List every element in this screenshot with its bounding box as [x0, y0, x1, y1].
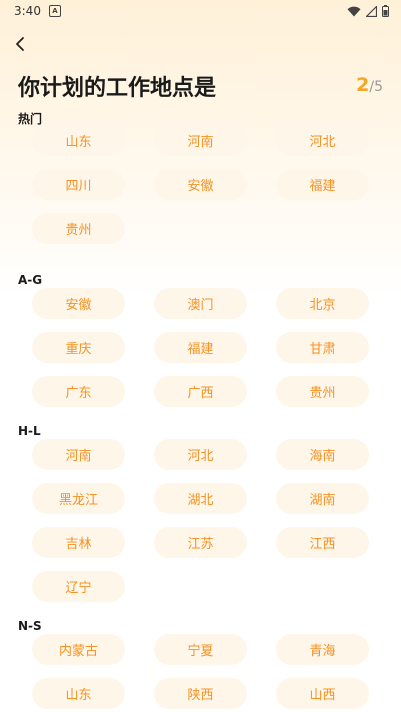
section-label: H-L: [18, 424, 41, 438]
province-grid: 内蒙古 宁夏 青海山东 陕西 山西: [32, 634, 369, 709]
province-chip[interactable]: 黑龙江: [32, 483, 125, 514]
province-chip[interactable]: 江西: [276, 527, 369, 558]
province-chip[interactable]: 湖南: [276, 483, 369, 514]
province-chip[interactable]: 河南: [154, 125, 247, 156]
step-indicator: 2/5: [356, 74, 383, 96]
province-chip[interactable]: 山西: [276, 678, 369, 709]
province-chip[interactable]: 广西: [154, 376, 247, 407]
province-grid: 山东 河南 河北四川 安徽 福建贵州: [32, 125, 369, 244]
province-chip[interactable]: 宁夏: [154, 634, 247, 665]
province-chip[interactable]: 湖北: [154, 483, 247, 514]
province-chip[interactable]: 北京: [276, 288, 369, 319]
province-chip[interactable]: 江苏: [154, 527, 247, 558]
province-chip[interactable]: 澳门: [154, 288, 247, 319]
status-right: [347, 5, 389, 17]
province-grid: 河南 河北 海南黑龙江 湖北 湖南吉林 江苏 江西辽宁: [32, 439, 369, 602]
section-label: A-G: [18, 273, 43, 287]
back-button[interactable]: [8, 32, 32, 56]
province-chip[interactable]: 甘肃: [276, 332, 369, 363]
notification-icon: A: [48, 5, 61, 17]
wifi-icon: [347, 6, 361, 16]
province-chip[interactable]: 重庆: [32, 332, 125, 363]
province-chip[interactable]: 内蒙古: [32, 634, 125, 665]
province-chip[interactable]: 吉林: [32, 527, 125, 558]
province-chip[interactable]: 安徽: [154, 169, 247, 200]
chevron-left-icon: [16, 37, 24, 51]
province-chip[interactable]: 福建: [276, 169, 369, 200]
step-total: /5: [369, 79, 383, 95]
province-chip[interactable]: 海南: [276, 439, 369, 470]
status-time: 3:40: [14, 4, 41, 18]
province-chip[interactable]: 河北: [154, 439, 247, 470]
province-chip[interactable]: 河南: [32, 439, 125, 470]
province-chip[interactable]: 辽宁: [32, 571, 125, 602]
status-bar: 3:40 A: [0, 0, 401, 22]
status-left: 3:40 A: [14, 4, 61, 18]
page-title: 你计划的工作地点是: [18, 76, 217, 101]
section-label: N-S: [18, 619, 42, 633]
province-chip[interactable]: 安徽: [32, 288, 125, 319]
province-chip[interactable]: 福建: [154, 332, 247, 363]
province-grid: 安徽 澳门 北京重庆 福建 甘肃广东 广西 贵州: [32, 288, 369, 407]
province-chip[interactable]: 四川: [32, 169, 125, 200]
province-chip[interactable]: 陕西: [154, 678, 247, 709]
province-chip[interactable]: 贵州: [32, 213, 125, 244]
province-chip[interactable]: 山东: [32, 678, 125, 709]
province-chip[interactable]: 青海: [276, 634, 369, 665]
province-chip[interactable]: 山东: [32, 125, 125, 156]
battery-icon: [382, 5, 389, 17]
province-chip[interactable]: 河北: [276, 125, 369, 156]
step-current: 2: [356, 74, 370, 96]
province-chip[interactable]: 广东: [32, 376, 125, 407]
signal-icon: [366, 5, 377, 17]
province-chip[interactable]: 贵州: [276, 376, 369, 407]
